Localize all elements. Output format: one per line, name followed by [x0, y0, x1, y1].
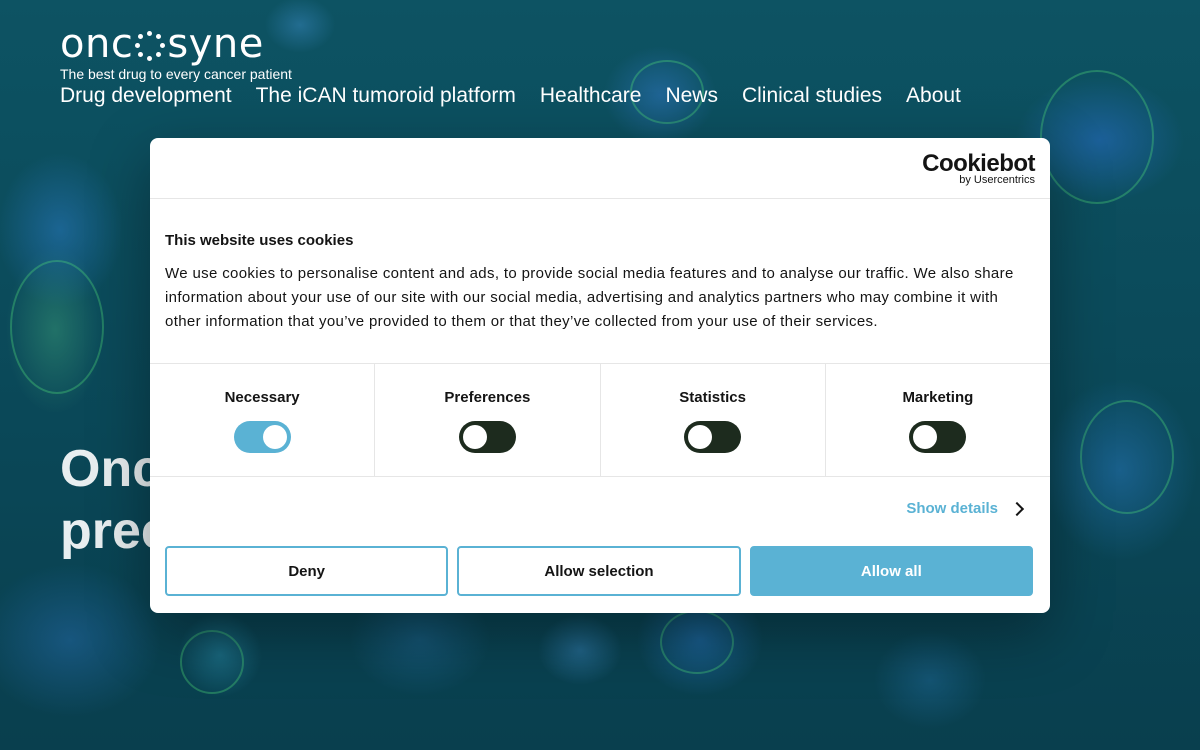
nav-item-healthcare[interactable]: Healthcare [540, 84, 642, 108]
dialog-actions: Deny Allow selection Allow all [165, 546, 1033, 596]
nav-item-ican-platform[interactable]: The iCAN tumoroid platform [256, 84, 516, 108]
toggle-knob [262, 425, 287, 449]
toggle-knob [462, 425, 487, 449]
category-marketing: Marketing [826, 364, 1050, 476]
background-organoid [660, 610, 734, 674]
background-organoid [1040, 70, 1154, 204]
category-label: Necessary [224, 389, 300, 406]
category-label: Statistics [679, 389, 746, 406]
allow-all-button[interactable]: Allow all [749, 546, 1033, 596]
category-label: Marketing [902, 389, 974, 406]
logo-text-right: syne [167, 21, 264, 67]
toggle-knob [688, 425, 713, 449]
dialog-header: Cookiebot by Usercentrics [150, 138, 1050, 199]
site-tagline: The best drug to every cancer patient [60, 66, 292, 82]
marketing-toggle[interactable] [909, 421, 967, 453]
logo-text-left: onc [60, 21, 134, 67]
background-organoid [10, 260, 104, 394]
deny-button[interactable]: Deny [165, 546, 449, 596]
cookie-consent-dialog: Cookiebot by Usercentrics This website u… [150, 138, 1050, 613]
toggle-knob [913, 425, 938, 449]
nav-item-clinical-studies[interactable]: Clinical studies [742, 84, 882, 108]
site-header: onc syne The best drug to every cancer p… [60, 22, 292, 82]
chevron-right-icon [1009, 501, 1025, 516]
preferences-toggle[interactable] [458, 421, 516, 453]
necessary-toggle[interactable] [233, 421, 291, 453]
dialog-title: This website uses cookies [165, 232, 354, 249]
dialog-description: We use cookies to personalise content an… [165, 265, 1014, 330]
show-details-label: Show details [906, 500, 998, 517]
show-details-link[interactable]: Show details [906, 500, 1025, 517]
category-label: Preferences [444, 389, 531, 406]
main-nav: Drug development The iCAN tumoroid platf… [60, 84, 961, 108]
background-organoid [1080, 400, 1174, 514]
category-preferences: Preferences [375, 364, 601, 476]
statistics-toggle[interactable] [684, 421, 742, 453]
nav-item-about[interactable]: About [906, 84, 961, 108]
category-necessary: Necessary [150, 364, 376, 476]
category-statistics: Statistics [601, 364, 826, 476]
cookiebot-logo: Cookiebot by Usercentrics [922, 150, 1035, 187]
dialog-body: This website uses cookies We use cookies… [150, 199, 1050, 363]
nav-item-drug-development[interactable]: Drug development [60, 84, 232, 108]
allow-selection-button[interactable]: Allow selection [457, 546, 741, 596]
background-organoid [180, 630, 244, 694]
cookiebot-logo-word: Cookiebot [922, 150, 1035, 177]
nav-item-news[interactable]: News [665, 84, 718, 108]
site-logo[interactable]: onc syne [60, 22, 292, 66]
logo-dot-ring-icon [135, 31, 166, 61]
consent-categories: Necessary Preferences Statistics Marketi… [150, 363, 1050, 477]
